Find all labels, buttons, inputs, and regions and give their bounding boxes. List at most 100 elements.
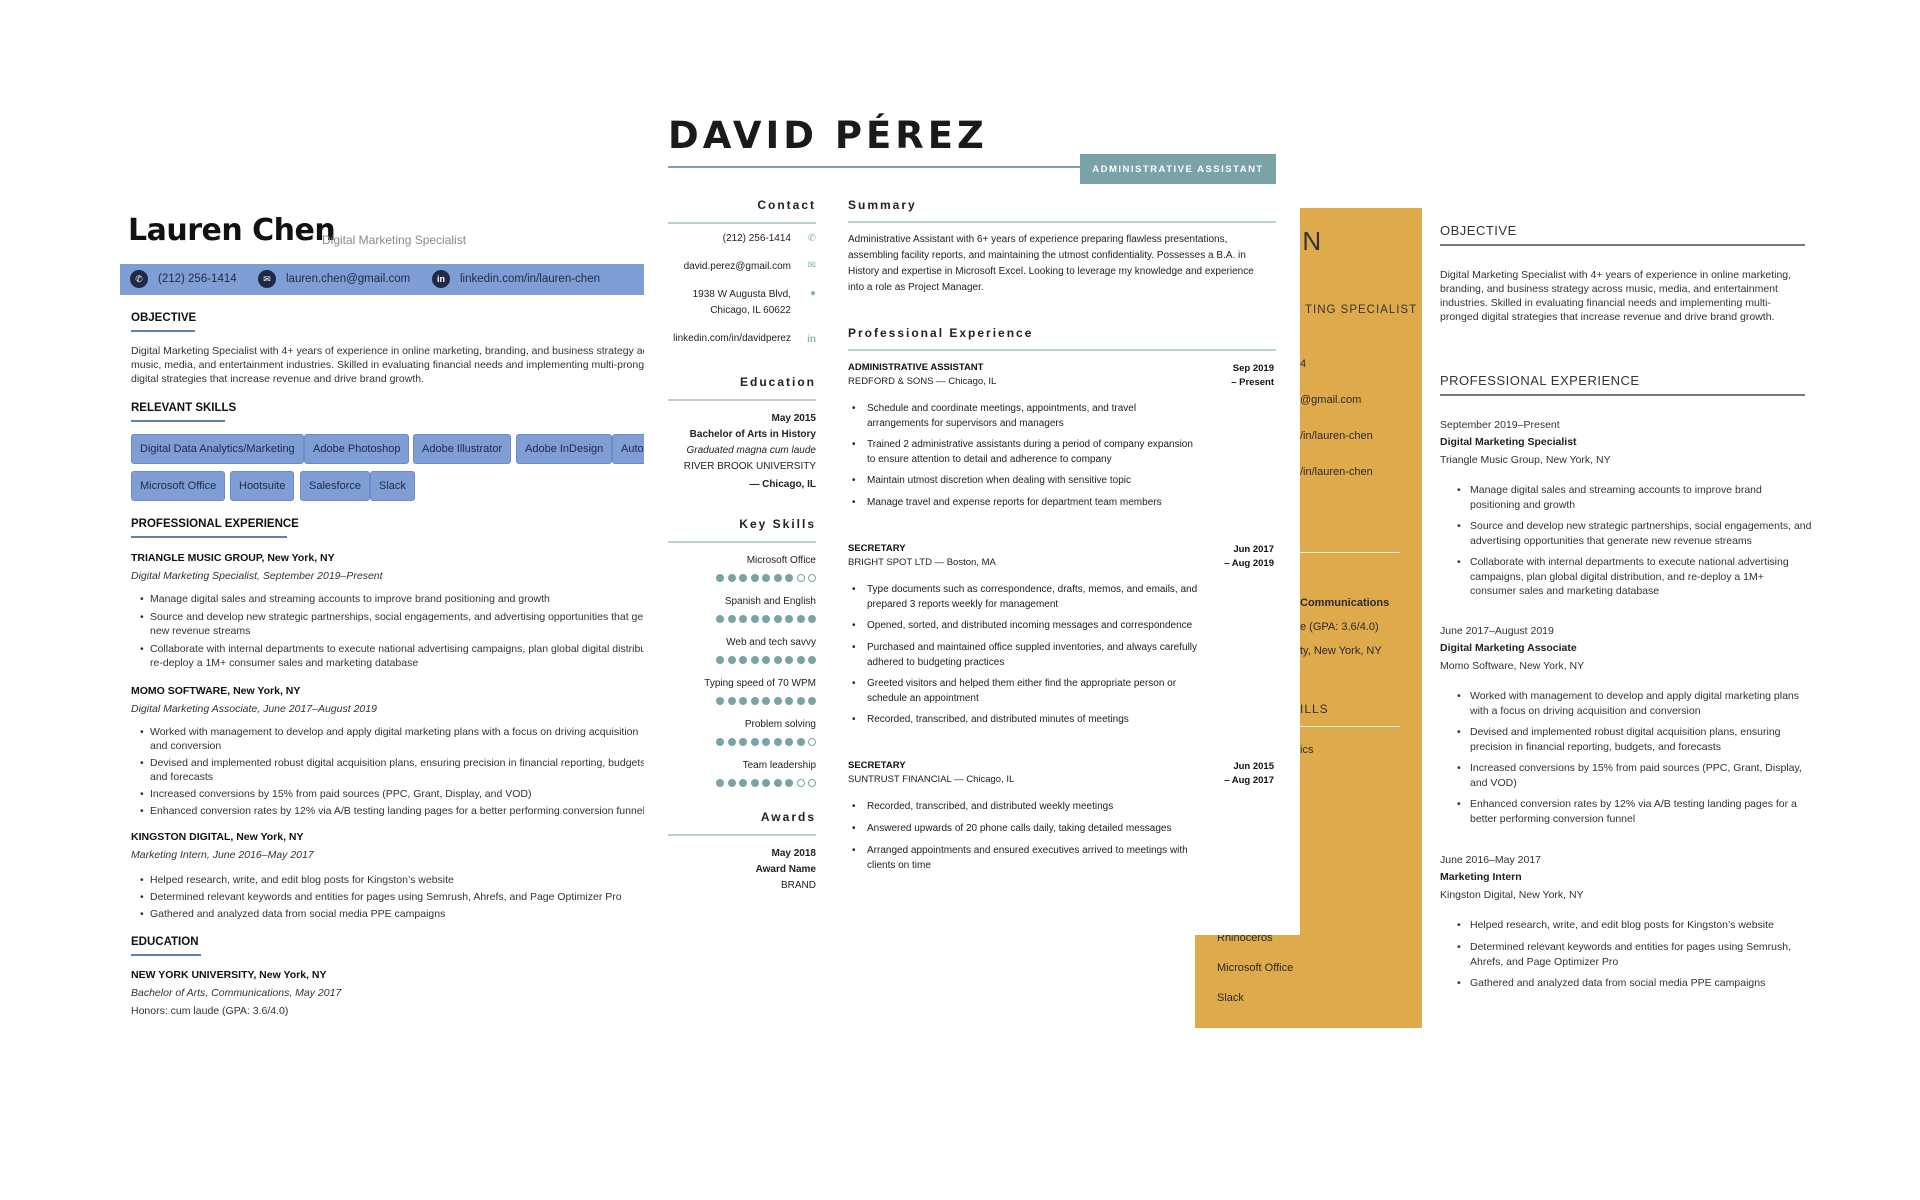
job-bullet: Opened, sorted, and distributed incoming… xyxy=(852,619,1192,634)
experience-rule xyxy=(848,349,1276,351)
rating-dot-filled xyxy=(808,656,816,664)
skill-name: Typing speed of 70 WPM xyxy=(704,678,816,689)
job-company: REDFORD & SONS — Chicago, IL xyxy=(848,376,997,387)
job-company: MOMO SOFTWARE, New York, NY xyxy=(131,685,301,697)
job-company: Kingston Digital, New York, NY xyxy=(1440,889,1584,901)
skill-name: Team leadership xyxy=(742,760,816,771)
objective-rule xyxy=(1440,244,1805,246)
rating-dot-filled xyxy=(716,656,724,664)
job-title: SECRETARY xyxy=(848,543,906,554)
skill-name: Microsoft Office xyxy=(746,555,816,566)
rating-dot-empty xyxy=(808,738,816,746)
job-company: BRIGHT SPOT LTD — Boston, MA xyxy=(848,557,996,568)
phone-icon: ✆ xyxy=(130,270,148,288)
job-bullet: Manage digital sales and streaming accou… xyxy=(140,592,550,606)
rating-dot-filled xyxy=(727,615,736,623)
skill-chip: Adobe Photoshop xyxy=(304,434,410,464)
rating-dot-empty xyxy=(808,574,816,582)
contact-heading: Contact xyxy=(757,198,816,212)
skill-name: Spanish and English xyxy=(724,596,816,607)
job-bullet: Gathered and analyzed data from social m… xyxy=(140,907,445,921)
linkedin-icon: in xyxy=(807,334,816,345)
education-school: RIVER BROOK UNIVERSITY xyxy=(683,461,816,472)
skill-chip: Salesforce xyxy=(300,471,370,501)
resume-subtitle: Digital Marketing Specialist xyxy=(322,233,467,247)
award-date: May 2018 xyxy=(771,848,816,859)
skill-chip: Microsoft Office xyxy=(131,471,226,501)
job-bullet: Answered upwards of 20 phone calls daily… xyxy=(852,822,1171,837)
objective-line: Digital Marketing Specialist with 4+ yea… xyxy=(1440,269,1792,281)
rating-dot-filled xyxy=(796,615,805,623)
education-rule xyxy=(668,399,816,401)
rating-dot-filled xyxy=(808,697,816,705)
phone-icon: ✆ xyxy=(807,233,816,244)
experience-heading: Professional Experience xyxy=(848,326,1034,340)
job-bullet: Worked with management to develop and ap… xyxy=(1457,689,1799,718)
summary-rule xyxy=(848,221,1276,223)
job-dates: June 2017–August 2019 xyxy=(1440,625,1554,637)
contact-bar: ✆ (212) 256-1414 ✉ lauren.chen@gmail.com… xyxy=(120,264,644,295)
experience-heading: PROFESSIONAL EXPERIENCE xyxy=(131,518,299,530)
job-bullet: Recorded, transcribed, and distributed w… xyxy=(852,800,1113,815)
job-dates: June 2016–May 2017 xyxy=(1440,854,1541,866)
job-bullet: Recorded, transcribed, and distributed m… xyxy=(852,713,1129,728)
job-bullet-continued: new revenue streams xyxy=(150,625,251,637)
job-bullet: Collaborate with internal departments to… xyxy=(140,642,644,656)
contact-email: david.perez@gmail.com xyxy=(683,261,791,272)
job-bullet: Devised and implemented robust digital a… xyxy=(1457,725,1780,754)
contact-email: ✉ lauren.chen@gmail.com xyxy=(258,270,410,288)
rating-dot-filled xyxy=(750,779,759,787)
education-honors: Honors: cum laude (GPA: 3.6/4.0) xyxy=(131,1005,289,1017)
skills-rule xyxy=(668,541,816,543)
education-city: — Chicago, IL xyxy=(749,479,816,490)
job-role: Digital Marketing Associate xyxy=(1440,642,1577,654)
sidebar-skill-item: Microsoft Office xyxy=(1217,962,1294,974)
sidebar-skills-heading-fragment: ILLS xyxy=(1300,702,1329,716)
job-bullet: Collaborate with internal departments to… xyxy=(1457,555,1789,599)
job-bullet: Schedule and coordinate meetings, appoin… xyxy=(852,402,1136,431)
job-company: SUNTRUST FINANCIAL — Chicago, IL xyxy=(848,774,1015,785)
sidebar-skill-item: Slack xyxy=(1217,992,1244,1004)
rating-dot-filled xyxy=(727,574,736,582)
job-bullet: Maintain utmost discretion when dealing … xyxy=(852,474,1131,489)
job-bullet: Trained 2 administrative assistants duri… xyxy=(852,438,1193,467)
education-degree: Bachelor of Arts in History xyxy=(689,429,816,440)
job-title-badge: ADMINISTRATIVE ASSISTANT xyxy=(1080,154,1276,184)
experience-rule xyxy=(1440,394,1805,396)
awards-heading: Awards xyxy=(760,810,816,824)
job-bullet: Determined relevant keywords and entitie… xyxy=(140,890,622,904)
rating-dot-filled xyxy=(785,738,793,746)
job-role: Digital Marketing Specialist xyxy=(1440,436,1577,448)
contact-linkedin: in linkedin.com/in/lauren-chen xyxy=(432,270,600,288)
rating-dot-filled xyxy=(750,738,759,746)
rating-dot-filled xyxy=(762,615,770,623)
sidebar-skill-fragment: ics xyxy=(1300,744,1314,756)
job-bullet: Greeted visitors and helped them either … xyxy=(852,677,1176,706)
objective-line: pronged digital strategies that increase… xyxy=(1440,311,1775,323)
sidebar-linkedin-fragment-2: /in/lauren-chen xyxy=(1300,466,1373,478)
envelope-icon: ✉ xyxy=(807,260,816,271)
rating-dot-empty xyxy=(808,779,816,787)
rating-dot-filled xyxy=(773,779,782,787)
rating-dot-filled xyxy=(762,697,770,705)
job-company: Momo Software, New York, NY xyxy=(1440,660,1585,672)
contact-address-1: 1938 W Augusta Blvd, xyxy=(692,289,791,300)
education-rule xyxy=(131,954,201,956)
rating-dot-filled xyxy=(762,738,770,746)
skill-rating xyxy=(716,615,816,623)
sidebar-city-fragment: ty, New York, NY xyxy=(1300,645,1382,657)
awards-rule xyxy=(668,834,816,836)
skill-rating xyxy=(716,738,816,746)
rating-dot-filled xyxy=(773,738,782,746)
skills-heading: Key Skills xyxy=(739,517,816,531)
resume-template-yellow-sidebar: EN TING SPECIALIST 4 @gmail.com /in/laur… xyxy=(1195,208,1920,1038)
rating-dot-filled xyxy=(716,574,724,582)
job-bullet: Worked with management to develop and ap… xyxy=(140,725,638,739)
rating-dot-filled xyxy=(773,615,782,623)
rating-dot-filled xyxy=(716,779,724,787)
skill-chip: Adobe InDesign xyxy=(516,434,613,464)
rating-dot-filled xyxy=(716,697,724,705)
resume-name: Lauren Chen xyxy=(128,213,336,248)
contact-phone: ✆ (212) 256-1414 xyxy=(130,270,237,288)
summary-line: History and expertise in Microsoft Excel… xyxy=(848,266,1254,277)
